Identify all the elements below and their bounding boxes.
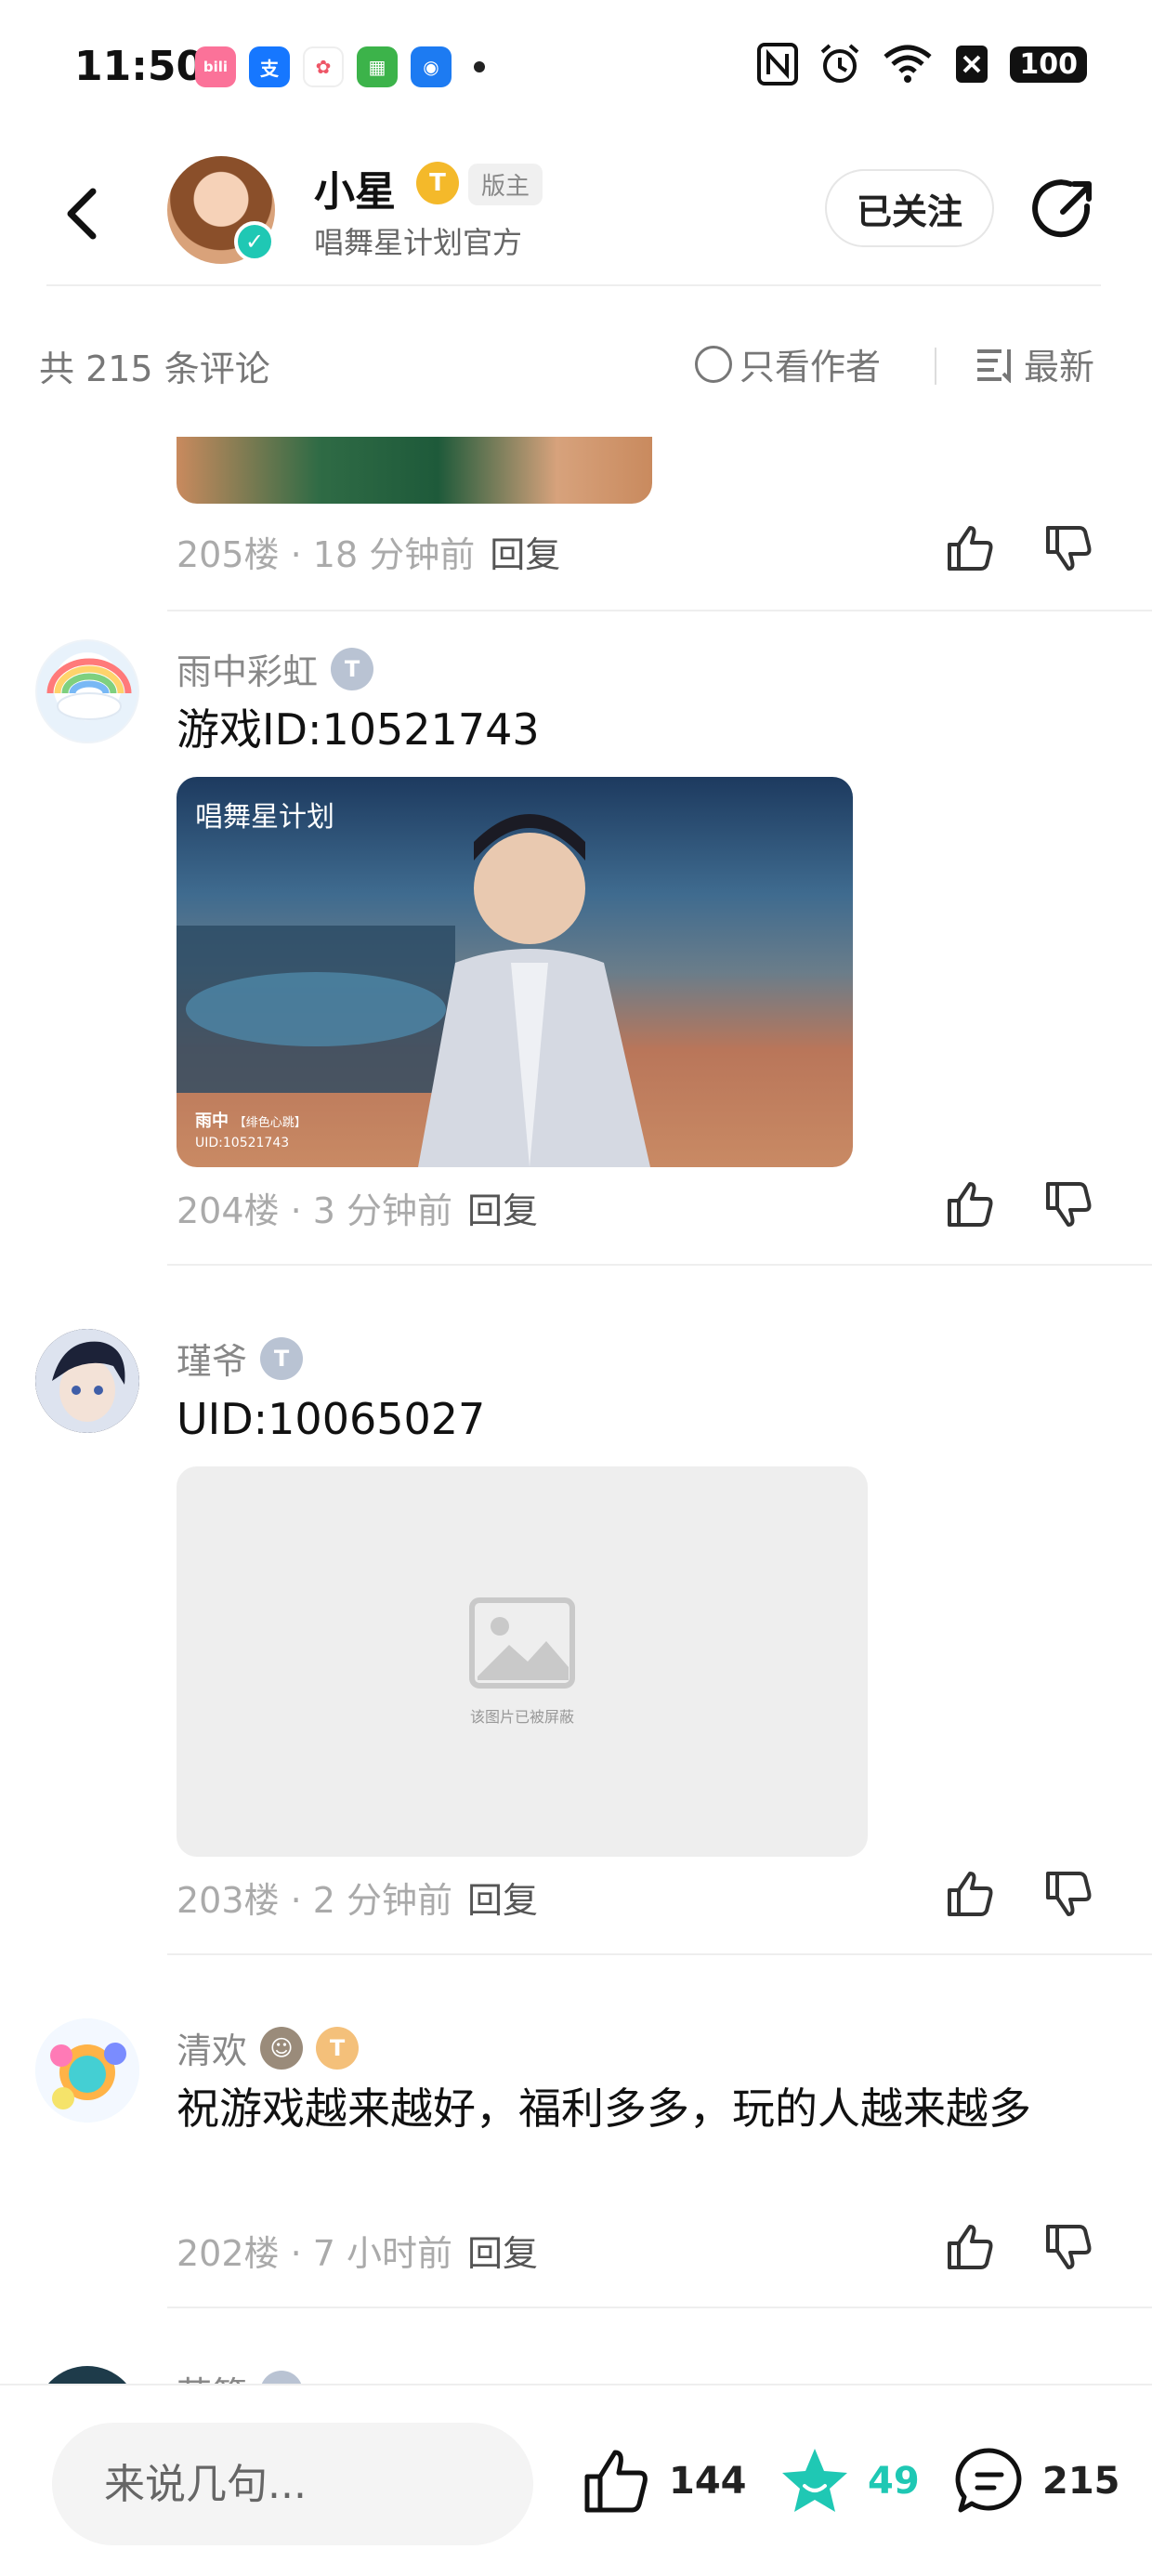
alipay-icon: 支 [249,46,290,87]
image-caption-name: 雨中 [195,1111,229,1131]
comment-text: 祝游戏越来越好，福利多多，玩的人越来越多 [177,2083,1031,2134]
more-notifications-dot [474,61,485,72]
radio-circle-icon [695,345,732,383]
commenter-avatar[interactable] [35,2018,139,2123]
pet-badge-icon: ☺ [260,2026,304,2070]
comment-divider [167,1953,1152,1955]
commenter-name[interactable]: 雨中彩虹 [177,643,318,694]
commenter-avatar[interactable] [35,1329,139,1433]
author-name[interactable]: 小星 [314,158,396,217]
comment-button[interactable]: 215 [953,2445,1120,2517]
image-caption-uid: UID:10521743 [195,1136,290,1150]
like-icon[interactable] [944,522,996,574]
reply-button[interactable]: 回复 [467,2225,538,2276]
follow-button[interactable]: 已关注 [825,169,994,247]
dislike-icon[interactable] [1042,522,1094,574]
comment-divider [167,610,1152,611]
bottom-action-bar: 144 49 215 [0,2384,1152,2576]
sort-icon [977,348,1011,383]
comment-meta: 204楼 · 3 分钟前 回复 [177,1182,538,1233]
dislike-icon[interactable] [1042,2221,1094,2273]
game-watermark: 唱舞星计划 [195,801,334,834]
like-icon[interactable] [944,1178,996,1230]
share-icon[interactable] [1029,175,1100,245]
sort-button[interactable]: 最新 [974,338,1094,389]
floor-time: 203楼 · 2 分钟前 [177,1880,453,1921]
author-subtitle: 唱舞星计划官方 [314,225,523,260]
sim-off-icon [956,46,988,83]
filter-separator [935,348,936,385]
comment-image[interactable] [177,437,652,504]
reply-button[interactable]: 回复 [467,1182,538,1233]
commenter-avatar[interactable] [35,639,139,743]
battery-indicator: 100 [1010,46,1087,83]
commenter-info: 雨中彩虹 T [177,643,374,694]
moderator-tag: 版主 [468,164,543,205]
blocked-image-text: 该图片已被屏蔽 [469,1708,574,1726]
photos-icon: ✿ [303,46,344,87]
verified-icon: ✓ [234,221,275,262]
comment-text: UID:10065027 [177,1394,486,1444]
alarm-icon [821,44,859,83]
comment-filter-bar: 共 215 条评论 只看作者 最新 [0,316,1152,409]
comment-text: 游戏ID:10521743 [177,704,540,755]
thumbs-up-icon [584,2450,648,2513]
commenter-name[interactable]: 瑾爷 [177,1333,247,1384]
comment-count: 215 [1042,2460,1120,2503]
comment-meta: 205楼 · 18 分钟前 回复 [177,526,560,577]
header-divider [46,284,1101,286]
floor-time: 205楼 · 18 分钟前 [177,534,476,575]
like-button[interactable]: 144 [580,2445,747,2517]
level-badge-icon: T [316,2026,360,2070]
like-icon[interactable] [944,2221,996,2273]
star-icon [782,2449,847,2512]
bilibili-icon: bili [195,46,236,87]
cartoon-avatar-icon [35,2018,139,2123]
nfc-icon [757,43,799,85]
comment-divider [167,1264,1152,1266]
sort-label: 最新 [1024,347,1095,388]
back-icon[interactable] [56,177,111,251]
status-bar: 11:50 bili 支 ✿ ▦ ◉ 100 [0,0,1152,139]
post-header: ✓ 小星 T 版主 唱舞星计划官方 已关注 [0,139,1152,288]
commenter-info: 清欢 ☺ T [177,2022,360,2073]
image-placeholder-icon [469,1597,575,1689]
comment-count-label: 共 215 条评论 [39,348,270,389]
commenter-name[interactable]: 清欢 [177,2022,247,2073]
security-icon: ◉ [411,46,452,87]
only-author-toggle[interactable]: 只看作者 [695,338,881,389]
comment-bubble-icon [955,2448,1022,2513]
status-indicators: 100 [757,43,1087,85]
reply-button[interactable]: 回复 [490,526,560,577]
commenter-info: 瑾爷 T [177,1333,304,1384]
app-store-icon: ▦ [357,46,398,87]
image-caption-role: 【绯色心跳】 [233,1116,307,1130]
notification-icons: bili 支 ✿ ▦ ◉ [195,46,485,87]
comment-image[interactable]: 唱舞星计划 雨中 【绯色心跳】 UID:10521743 [177,777,853,1167]
rainbow-avatar-icon [46,658,132,720]
dislike-icon[interactable] [1042,1178,1094,1230]
reply-button[interactable]: 回复 [467,1872,538,1923]
floor-time: 204楼 · 3 分钟前 [177,1190,453,1231]
like-icon[interactable] [944,1868,996,1920]
comment-divider [167,2307,1152,2308]
anime-avatar-icon [35,1329,139,1433]
comment-meta: 203楼 · 2 分钟前 回复 [177,1872,538,1923]
level-badge-icon: T [331,647,374,690]
wifi-icon [884,45,932,83]
status-time: 11:50 [74,43,205,90]
level-badge-icon: T [416,162,459,204]
level-badge-icon: T [260,1336,304,1380]
blocked-image[interactable]: 该图片已被屏蔽 [177,1466,868,1857]
floor-time: 202楼 · 7 小时前 [177,2233,453,2274]
favorite-button[interactable]: 49 [779,2445,920,2517]
image-caption: 雨中 【绯色心跳】 UID:10521743 [195,1108,307,1150]
dislike-icon[interactable] [1042,1868,1094,1920]
favorite-count: 49 [868,2460,920,2503]
like-count: 144 [669,2460,747,2503]
comment-input[interactable] [52,2423,533,2545]
comment-meta: 202楼 · 7 小时前 回复 [177,2225,538,2276]
only-author-label: 只看作者 [740,347,882,388]
